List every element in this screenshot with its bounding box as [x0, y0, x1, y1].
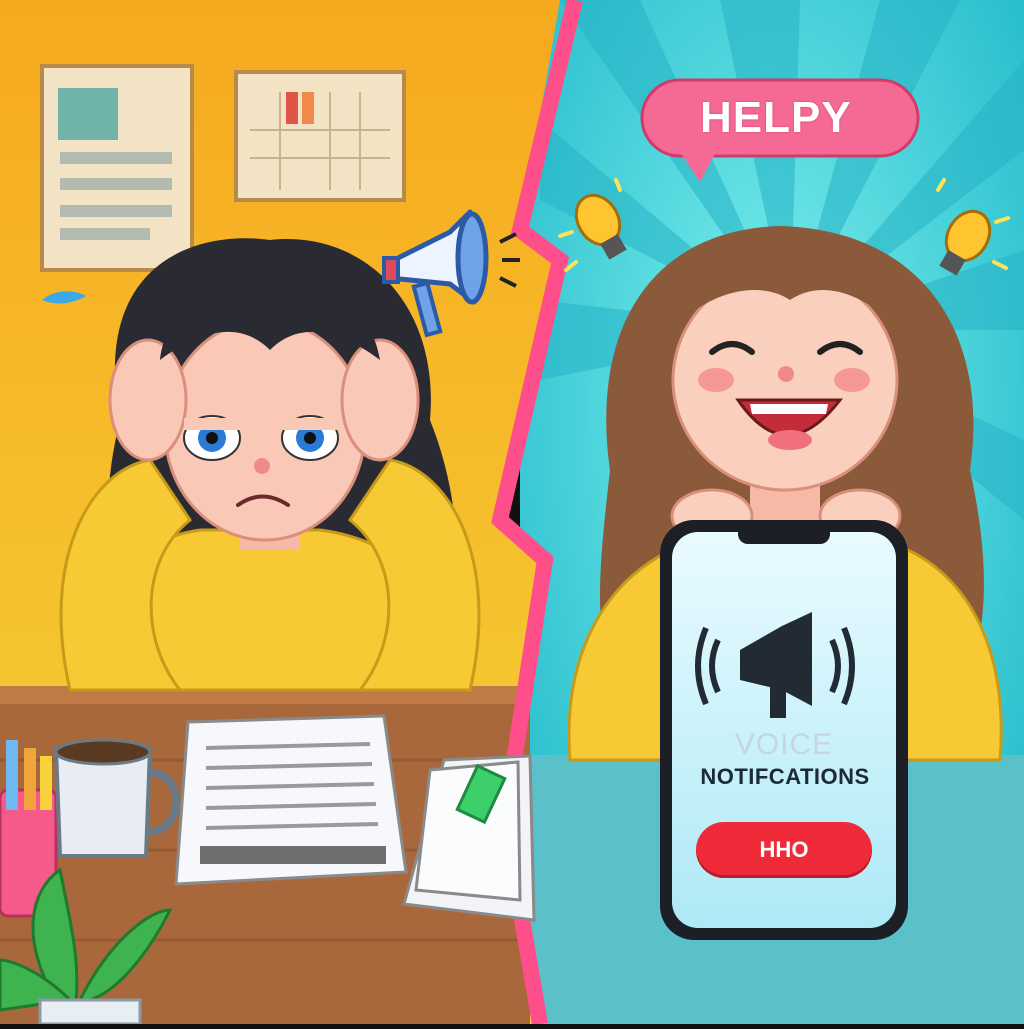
paper-document [174, 714, 408, 886]
wall-poster [40, 64, 194, 272]
illustration-canvas [0, 0, 1024, 1026]
phone-action-button[interactable]: HHO [696, 822, 872, 878]
illustration-scene: HELPY VOICE NOTIFCATIONS HHO [0, 0, 1024, 1026]
wall-calendar [234, 70, 406, 202]
phone-title-voice: VOICE [734, 728, 834, 761]
speech-bubble-text: HELPY [700, 93, 852, 142]
phone-title-notifications: NOTIFCATIONS [700, 764, 870, 789]
